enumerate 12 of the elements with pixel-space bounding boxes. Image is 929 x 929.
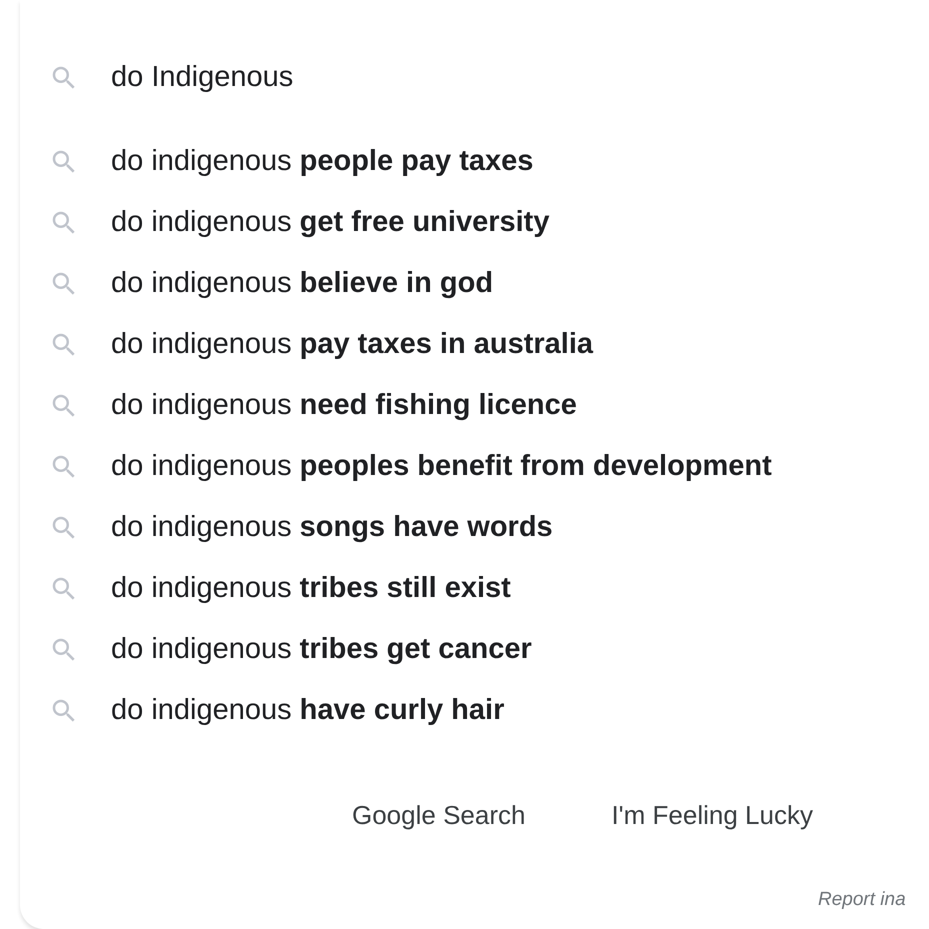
suggestion-item[interactable]: do indigenous tribes still exist	[111, 566, 511, 610]
suggestion-item[interactable]: do indigenous get free university	[111, 200, 550, 244]
suggestion-item[interactable]: do indigenous people pay taxes	[111, 140, 534, 184]
suggestion-item[interactable]: do indigenous songs have words	[111, 506, 553, 550]
suggestion-item[interactable]: do indigenous believe in god	[111, 262, 494, 306]
suggestion-item[interactable]: do indigenous need fishing licence	[111, 384, 577, 428]
report-link[interactable]: Report ina	[818, 889, 906, 910]
suggestion-item[interactable]: do indigenous tribes get cancer	[111, 628, 532, 672]
search-field[interactable]: do Indigenous	[111, 56, 811, 100]
suggestion-item[interactable]: do indigenous peoples benefit from development	[111, 444, 772, 488]
suggestion-item[interactable]: do indigenous have curly hair	[111, 688, 504, 732]
suggestion-item[interactable]: do indigenous pay taxes in australia	[111, 322, 594, 366]
